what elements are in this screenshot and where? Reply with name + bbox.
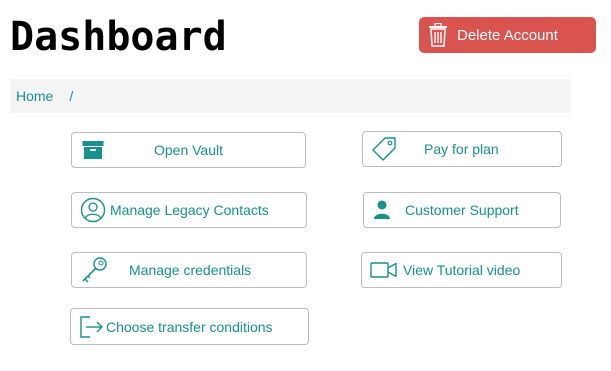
breadcrumb: Home / <box>10 79 571 113</box>
view-tutorial-video-button[interactable]: View Tutorial video <box>361 252 562 288</box>
delete-account-button[interactable]: Delete Account <box>419 17 596 53</box>
pay-for-plan-label: Pay for plan <box>424 141 499 157</box>
open-vault-label: Open Vault <box>154 142 224 158</box>
sign-out-icon <box>77 309 105 344</box>
page-title: Dashboard <box>10 14 227 60</box>
manage-legacy-contacts-button[interactable]: Manage Legacy Contacts <box>71 192 307 228</box>
pay-for-plan-button[interactable]: Pay for plan <box>362 131 562 167</box>
customer-support-button[interactable]: Customer Support <box>363 192 561 228</box>
customer-support-label: Customer Support <box>405 202 519 218</box>
trash-icon <box>427 22 449 48</box>
open-vault-button[interactable]: Open Vault <box>71 132 306 168</box>
price-tag-icon <box>371 132 397 166</box>
manage-credentials-label: Manage credentials <box>129 262 252 278</box>
breadcrumb-home-link[interactable]: Home <box>16 88 53 104</box>
choose-transfer-conditions-button[interactable]: Choose transfer conditions <box>70 308 309 345</box>
manage-legacy-contacts-label: Manage Legacy Contacts <box>110 202 269 218</box>
person-icon <box>372 193 392 227</box>
key-icon <box>80 253 108 287</box>
view-tutorial-video-label: View Tutorial video <box>403 262 521 278</box>
manage-credentials-button[interactable]: Manage credentials <box>71 252 307 288</box>
choose-transfer-conditions-label: Choose transfer conditions <box>106 318 273 335</box>
video-camera-icon <box>370 253 398 287</box>
delete-account-label: Delete Account <box>457 26 558 44</box>
user-circle-icon <box>80 193 106 227</box>
breadcrumb-separator: / <box>69 88 74 104</box>
archive-box-icon <box>82 133 104 167</box>
